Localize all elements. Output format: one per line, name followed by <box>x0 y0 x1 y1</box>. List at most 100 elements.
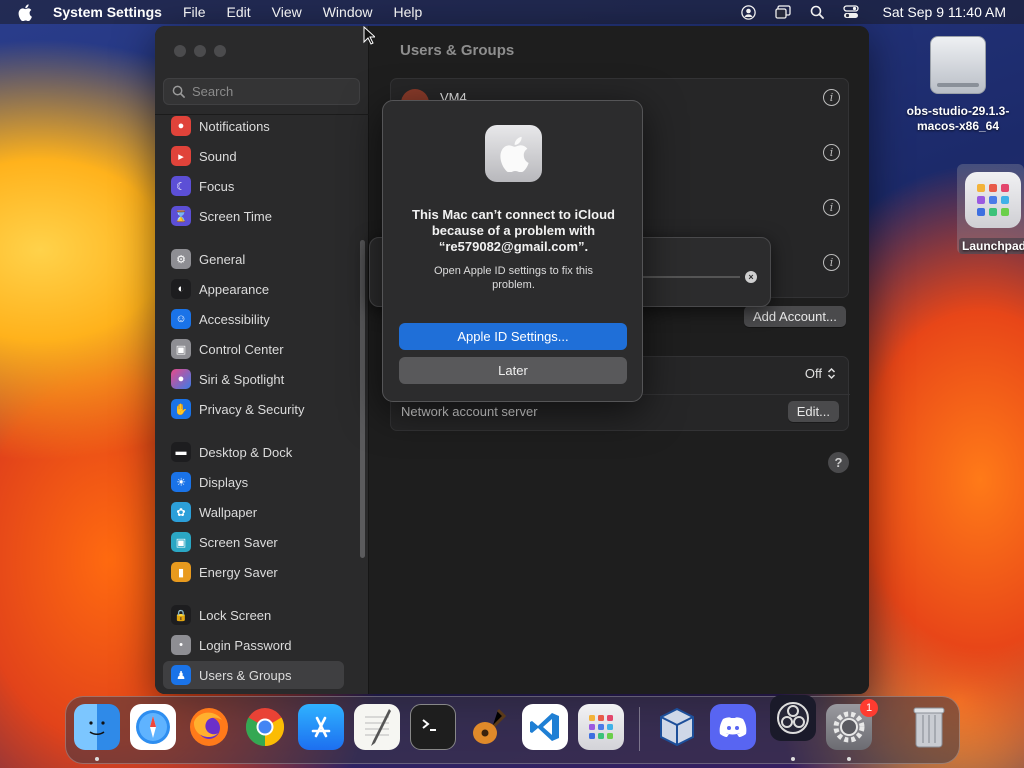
guitar-icon <box>473 708 507 744</box>
zoom-window-button[interactable] <box>214 45 226 57</box>
info-icon[interactable]: i <box>823 144 840 161</box>
sidebar-item-screen-saver[interactable]: ▣ Screen Saver <box>163 528 344 556</box>
dock-launchpad[interactable] <box>578 704 624 750</box>
sidebar-item-accessibility[interactable]: ☺ Accessibility <box>163 305 344 333</box>
sidebar-item-label: Lock Screen <box>199 607 272 623</box>
running-indicator <box>791 757 795 761</box>
dock-textedit[interactable] <box>354 704 400 750</box>
menu-help[interactable]: Help <box>394 4 423 20</box>
apple-id-settings-button[interactable]: Apple ID Settings... <box>399 323 627 350</box>
chevron-up-down-icon <box>827 367 836 380</box>
apple-menu-icon[interactable] <box>18 3 36 21</box>
dock-obs[interactable] <box>770 695 816 741</box>
clear-icon[interactable]: × <box>745 271 757 283</box>
search-input[interactable] <box>192 84 342 99</box>
sidebar-item-label: Displays <box>199 474 249 490</box>
bell-icon: ● <box>171 116 191 136</box>
dock-app-store[interactable] <box>298 704 344 750</box>
launchpad-icon <box>589 715 613 739</box>
info-icon[interactable]: i <box>823 254 840 271</box>
sidebar-item-sound[interactable]: ▸ Sound <box>163 142 344 170</box>
compass-icon <box>136 710 170 744</box>
dock-chrome[interactable] <box>242 704 288 750</box>
close-window-button[interactable] <box>174 45 186 57</box>
battery-icon: ▮ <box>171 562 191 582</box>
system-settings-apple-icon <box>485 125 542 182</box>
sidebar-item-displays[interactable]: ☀ Displays <box>163 468 344 496</box>
sidebar-scrollbar[interactable] <box>360 240 365 558</box>
menu-window[interactable]: Window <box>323 4 373 20</box>
auto-login-select[interactable]: Off <box>805 366 836 381</box>
dock-finder[interactable] <box>74 704 120 750</box>
minimize-window-button[interactable] <box>194 45 206 57</box>
siri-icon: ● <box>171 369 191 389</box>
info-icon[interactable]: i <box>823 199 840 216</box>
dock-trash[interactable] <box>906 704 952 750</box>
sidebar-item-screen-time[interactable]: ⌛ Screen Time <box>163 202 344 230</box>
screen-mirroring-icon[interactable] <box>774 4 791 20</box>
sidebar-item-login-password[interactable]: • Login Password <box>163 631 344 659</box>
sidebar-item-wallpaper[interactable]: ✿ Wallpaper <box>163 498 344 526</box>
sidebar-item-notifications[interactable]: ● Notifications <box>163 112 344 140</box>
sidebar-item-label: Focus <box>199 178 235 194</box>
sidebar-item-label: Control Center <box>199 341 284 357</box>
sidebar-item-label: Screen Saver <box>199 534 278 550</box>
control-center-icon[interactable] <box>842 4 859 20</box>
sidebar-item-label: Sound <box>199 148 237 164</box>
dock-vscode[interactable] <box>522 704 568 750</box>
app-name[interactable]: System Settings <box>53 4 162 20</box>
page-title: Users & Groups <box>400 42 515 59</box>
later-button[interactable]: Later <box>399 357 627 384</box>
slider-track[interactable] <box>640 276 740 278</box>
help-button[interactable]: ? <box>828 452 849 473</box>
hand-icon: ✋ <box>171 399 191 419</box>
sidebar-item-label: Notifications <box>199 118 270 134</box>
menu-view[interactable]: View <box>272 4 302 20</box>
running-indicator <box>847 757 851 761</box>
dock-discord[interactable] <box>710 704 756 750</box>
sidebar-item-label: Screen Time <box>199 208 272 224</box>
dock-firefox[interactable] <box>186 704 232 750</box>
sidebar-search[interactable] <box>163 78 360 105</box>
textedit-icon <box>365 709 391 746</box>
sidebar-item-label: Users & Groups <box>199 667 292 683</box>
dock-virtualbox[interactable] <box>654 704 700 750</box>
sidebar-item-privacy-security[interactable]: ✋ Privacy & Security <box>163 395 344 423</box>
info-icon[interactable]: i <box>823 89 840 106</box>
sidebar-item-general[interactable]: ⚙ General <box>163 245 344 273</box>
edit-button[interactable]: Edit... <box>787 401 839 422</box>
running-indicator <box>95 757 99 761</box>
icloud-alert-dialog: This Mac can’t connect to iCloud because… <box>382 100 643 402</box>
sidebar-item-siri-spotlight[interactable]: ● Siri & Spotlight <box>163 365 344 393</box>
sidebar-item-control-center[interactable]: ▣ Control Center <box>163 335 344 363</box>
dock-system-settings[interactable]: 1 <box>826 699 878 750</box>
menu-bar-clock[interactable]: Sat Sep 9 11:40 AM <box>883 4 1007 20</box>
sidebar-item-focus[interactable]: ☾ Focus <box>163 172 344 200</box>
obs-icon <box>777 702 809 734</box>
sun-icon: ☀ <box>171 472 191 492</box>
dock-terminal[interactable] <box>410 704 456 750</box>
search-icon[interactable] <box>809 4 825 20</box>
desktop-dmg-file[interactable]: obs-studio-29.1.3-macos-x86_64 <box>895 36 1021 134</box>
gear-icon <box>833 711 865 743</box>
menu-file[interactable]: File <box>183 4 206 20</box>
dock-garageband[interactable] <box>466 704 512 750</box>
dock-safari[interactable] <box>130 704 176 750</box>
sidebar-item-label: Accessibility <box>199 311 270 327</box>
sidebar-item-appearance[interactable]: ◐ Appearance <box>163 275 344 303</box>
screensaver-icon: ▣ <box>171 532 191 552</box>
user-icon[interactable] <box>741 4 757 20</box>
desktop-launchpad-shortcut[interactable]: Launchpad <box>957 164 1024 254</box>
sidebar-item-users-groups[interactable]: ♟ Users & Groups <box>163 661 344 689</box>
users-icon: ♟ <box>171 665 191 685</box>
hourglass-icon: ⌛ <box>171 206 191 226</box>
network-account-server-label: Network account server <box>401 404 538 419</box>
sidebar-item-energy-saver[interactable]: ▮ Energy Saver <box>163 558 344 586</box>
sidebar-item-desktop-dock[interactable]: ▬ Desktop & Dock <box>163 438 344 466</box>
add-account-button[interactable]: Add Account... <box>744 306 846 327</box>
password-icon: • <box>171 635 191 655</box>
menu-edit[interactable]: Edit <box>227 4 251 20</box>
sidebar-item-label: Energy Saver <box>199 564 278 580</box>
auto-login-value: Off <box>804 366 822 381</box>
sidebar-item-lock-screen[interactable]: 🔒 Lock Screen <box>163 601 344 629</box>
